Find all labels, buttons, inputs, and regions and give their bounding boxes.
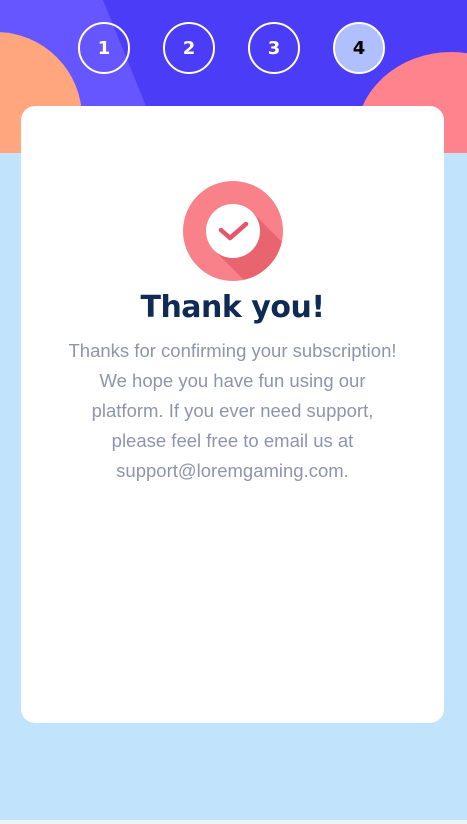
step-indicator: 1 2 3 4: [0, 22, 467, 76]
message-line: Thanks for confirming your subscription!: [68, 340, 397, 361]
step-2[interactable]: 2: [163, 22, 215, 74]
step-1[interactable]: 1: [78, 22, 130, 74]
checkmark-icon: [183, 181, 283, 281]
footer-strip: [0, 820, 467, 824]
confirmation-title: Thank you!: [140, 290, 325, 325]
message-line: We hope you have fun using our: [99, 370, 366, 391]
step-3[interactable]: 3: [248, 22, 300, 74]
confirmation-card: Thank you! Thanks for confirming your su…: [21, 106, 444, 723]
confirmation-message: Thanks for confirming your subscription!…: [41, 336, 424, 486]
message-line: please feel free to email us at: [111, 430, 354, 451]
support-email: support@loremgaming.com.: [116, 460, 349, 481]
step-4-current[interactable]: 4: [333, 22, 385, 74]
message-line: platform. If you ever need support,: [91, 400, 374, 421]
